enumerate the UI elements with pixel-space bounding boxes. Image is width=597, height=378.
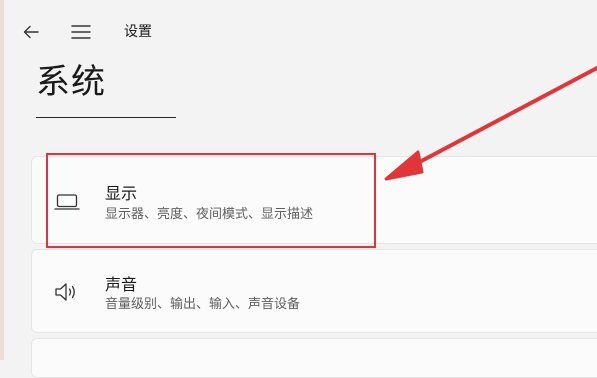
page-title-divider	[36, 117, 176, 118]
hamburger-menu-icon	[71, 25, 91, 39]
speaker-icon	[52, 277, 82, 307]
back-arrow-icon	[23, 25, 39, 39]
title-bar: 设置	[0, 0, 597, 64]
page-title: 系统	[36, 62, 106, 102]
annotation-highlight-box	[46, 153, 376, 248]
next-settings-card[interactable]	[31, 338, 597, 378]
navigation-menu-button[interactable]	[69, 20, 93, 44]
sound-settings-card[interactable]: 声音 音量级别、输出、输入、声音设备	[31, 249, 597, 333]
sound-settings-title: 声音	[105, 275, 138, 294]
app-title: 设置	[124, 24, 152, 40]
sound-settings-description: 音量级别、输出、输入、声音设备	[105, 297, 301, 312]
back-button[interactable]	[19, 20, 43, 44]
